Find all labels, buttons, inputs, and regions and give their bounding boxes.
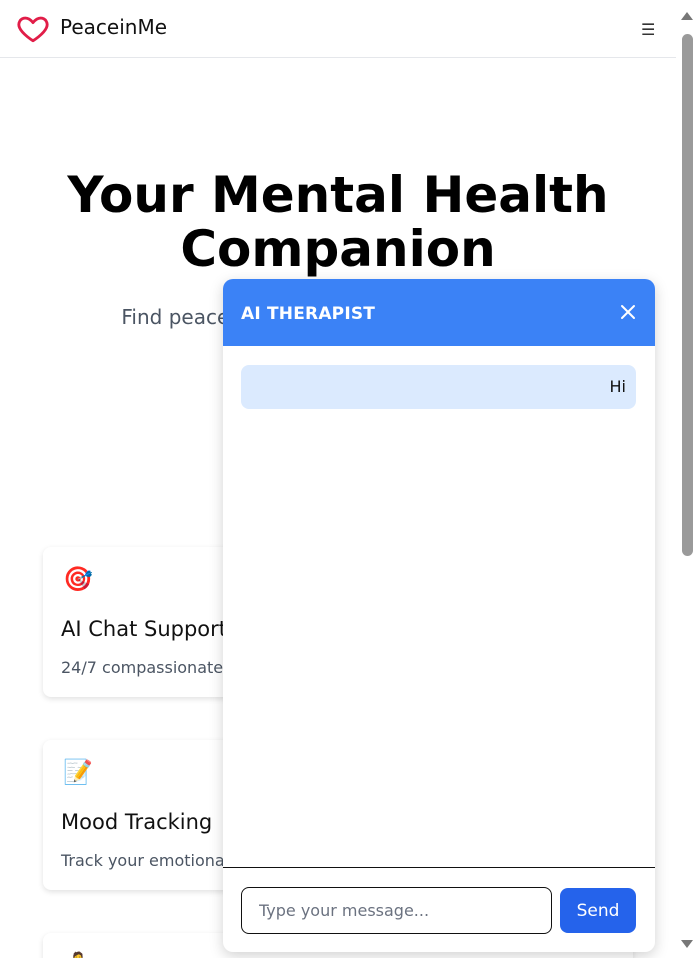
chat-header: AI THERAPIST (223, 279, 655, 346)
scroll-up-arrow-icon[interactable] (681, 12, 693, 20)
send-button[interactable]: Send (560, 888, 636, 933)
user-message-bubble: Hi (241, 365, 636, 409)
hamburger-menu-icon[interactable]: ☰ (641, 20, 655, 39)
top-navbar: PeaceinMe ☰ (0, 0, 676, 58)
scroll-down-arrow-icon[interactable] (681, 940, 693, 948)
chat-title: AI THERAPIST (241, 304, 376, 324)
app-name[interactable]: PeaceinMe (60, 15, 167, 39)
target-icon: 🎯 (63, 565, 93, 593)
feature-description: Track your emotiona (61, 851, 225, 870)
feature-description: 24/7 compassionate (61, 658, 224, 677)
message-input[interactable] (241, 887, 552, 934)
message-text: Hi (609, 377, 626, 396)
hero-title: Your Mental Health Companion (67, 166, 609, 278)
feature-title: Mood Tracking (61, 810, 213, 834)
heart-logo-icon[interactable] (15, 11, 51, 45)
ai-therapist-chat-window: AI THERAPIST Hi Send (223, 279, 655, 952)
memo-icon: 📝 (63, 758, 93, 786)
divider (223, 867, 655, 868)
close-icon[interactable] (619, 303, 637, 321)
feature-title: AI Chat Support (61, 617, 228, 641)
scrollbar-thumb[interactable] (682, 34, 693, 556)
meditation-icon: 🧘 (63, 951, 93, 958)
